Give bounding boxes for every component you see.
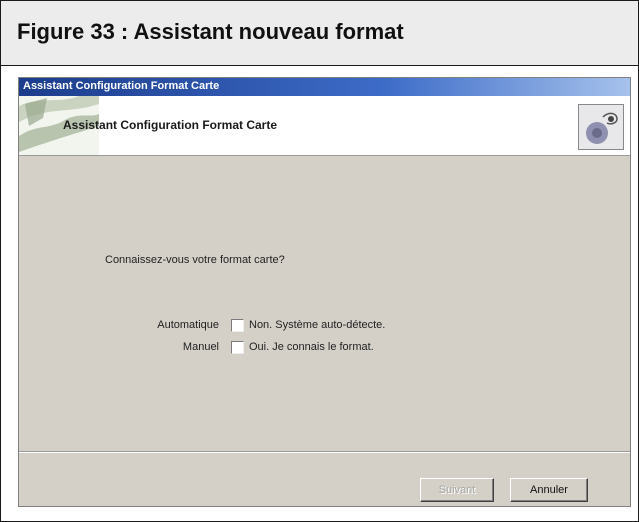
banner-title: Assistant Configuration Format Carte — [63, 118, 278, 132]
cancel-button[interactable]: Annuler — [510, 478, 588, 502]
card-reader-logo-icon — [578, 104, 624, 150]
dialog-title: Assistant Configuration Format Carte — [23, 80, 220, 92]
figure-frame: Figure 33 : Assistant nouveau format Ass… — [0, 0, 639, 522]
option-row-automatic: Automatique Non. Système auto-détecte. — [59, 318, 619, 334]
wizard-banner: Assistant Configuration Format Carte — [19, 96, 630, 156]
question-text: Connaissez-vous votre format carte? — [105, 254, 285, 266]
option-text-manual[interactable]: Oui. Je connais le format. — [249, 341, 374, 353]
dialog-titlebar[interactable]: Assistant Configuration Format Carte — [19, 78, 630, 96]
checkbox-automatic[interactable] — [231, 319, 244, 332]
option-label-manual: Manuel — [182, 341, 219, 353]
checkbox-manual[interactable] — [231, 341, 244, 354]
next-button[interactable]: Suivant — [420, 478, 494, 502]
option-text-automatic[interactable]: Non. Système auto-détecte. — [249, 319, 385, 331]
wizard-dialog: Assistant Configuration Format Carte Ass… — [18, 77, 631, 507]
option-row-manual: Manuel Oui. Je connais le format. — [59, 340, 619, 356]
figure-header: Figure 33 : Assistant nouveau format — [1, 1, 638, 66]
figure-title: Figure 33 : Assistant nouveau format — [17, 19, 404, 44]
option-label-automatic: Automatique — [157, 319, 219, 331]
button-separator — [19, 451, 630, 453]
